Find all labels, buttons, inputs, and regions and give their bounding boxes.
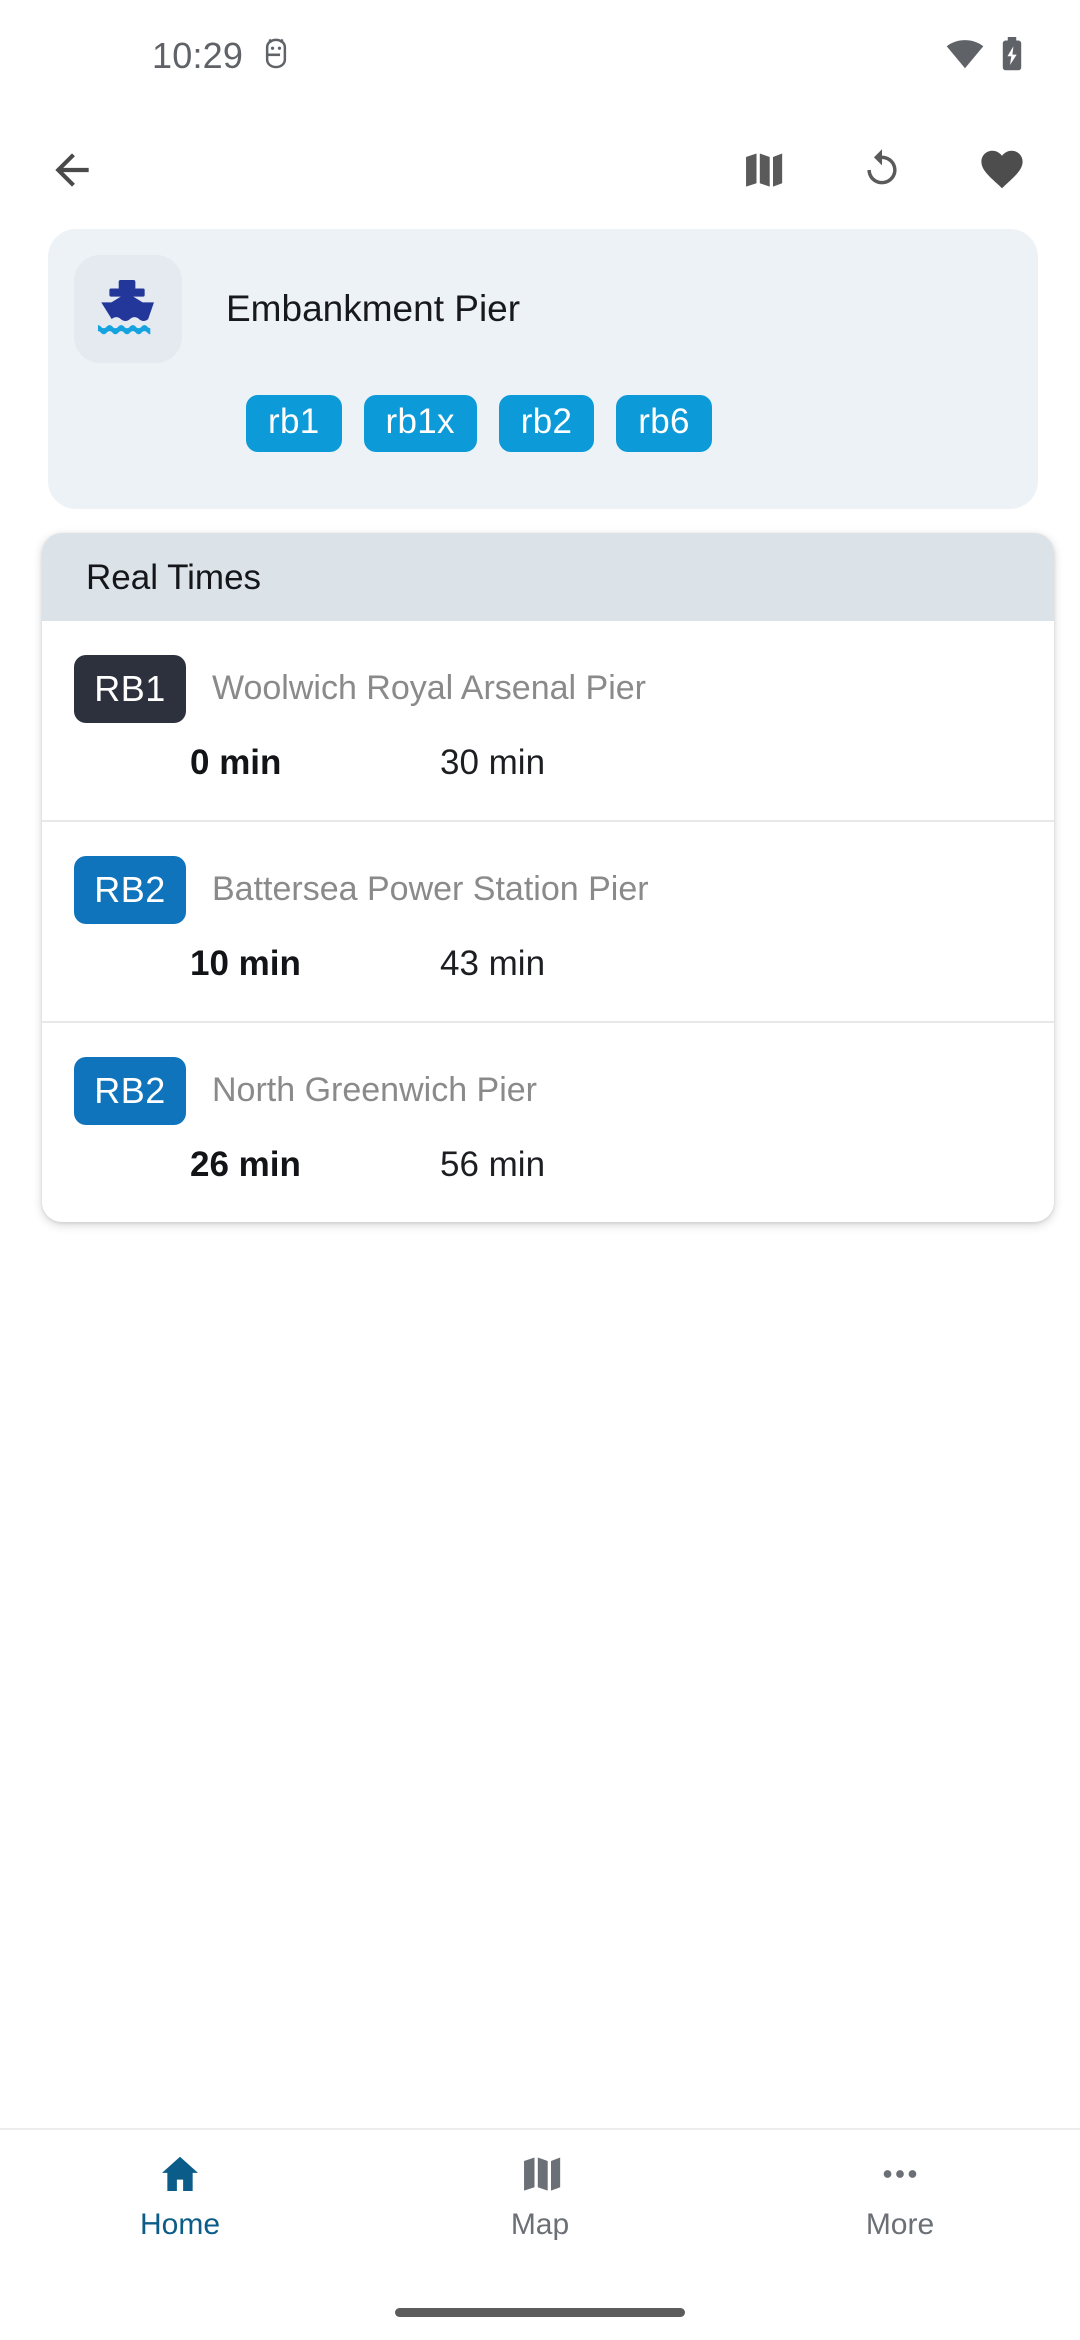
main-content: Embankment Pier rb1 rb1x rb2 rb6 Real Ti…	[0, 228, 1080, 2128]
stop-header-card: Embankment Pier rb1 rb1x rb2 rb6	[48, 229, 1038, 509]
time-primary: 0 min	[190, 743, 282, 782]
table-row[interactable]: RB1 Woolwich Royal Arsenal Pier 0 min 30…	[42, 621, 1054, 822]
back-arrow-icon	[55, 153, 89, 187]
top-app-bar	[0, 112, 1080, 228]
nav-label-home: Home	[139, 2208, 221, 2241]
refresh-icon	[867, 149, 897, 185]
real-times-list: RB1 Woolwich Royal Arsenal Pier 0 min 30…	[42, 621, 1054, 1222]
map-button[interactable]	[726, 134, 798, 206]
destination-label: North Greenwich Pier	[212, 1072, 538, 1110]
stop-header-row: Embankment Pier	[48, 229, 1038, 363]
wifi-icon	[946, 39, 984, 74]
gesture-bar[interactable]	[395, 2307, 685, 2317]
ferry-boat-icon	[97, 279, 154, 335]
status-bar-clock: 10:29	[152, 35, 244, 76]
battery-charging-icon	[1000, 36, 1024, 76]
status-bar-left: 10:29	[152, 38, 291, 75]
destination-label: Woolwich Royal Arsenal Pier	[212, 670, 646, 708]
route-chip-rb1x[interactable]: rb1x	[363, 395, 477, 452]
more-dots-icon	[883, 2170, 917, 2178]
departure-row-top: RB1 Woolwich Royal Arsenal Pier	[74, 655, 1054, 723]
time-primary: 26 min	[190, 1145, 301, 1184]
map-icon	[524, 2157, 561, 2191]
table-row[interactable]: RB2 Battersea Power Station Pier 10 min …	[42, 822, 1054, 1023]
nav-item-home[interactable]: Home	[0, 2152, 360, 2240]
map-icon	[746, 153, 783, 187]
status-bar-right	[946, 36, 1024, 76]
departure-times: 26 min 56 min	[74, 1147, 1054, 1182]
home-icon	[162, 2156, 198, 2192]
time-secondary: 30 min	[440, 743, 546, 782]
route-badge: RB2	[74, 856, 186, 924]
stop-logo	[74, 255, 182, 363]
departure-times: 10 min 43 min	[74, 946, 1054, 981]
gesture-bar-area	[0, 2284, 1080, 2340]
time-secondary: 56 min	[440, 1145, 546, 1184]
time-primary: 10 min	[190, 944, 301, 983]
time-secondary: 43 min	[440, 944, 546, 983]
stop-name: Embankment Pier	[226, 287, 521, 329]
route-badge: RB2	[74, 1057, 186, 1125]
departure-row-top: RB2 Battersea Power Station Pier	[74, 856, 1054, 924]
departure-row-top: RB2 North Greenwich Pier	[74, 1057, 1054, 1125]
route-chip-rb1[interactable]: rb1	[246, 395, 342, 452]
route-badge: RB1	[74, 655, 186, 723]
app-screen: 10:29 Embankment Pier rb1 rb1x rb2 rb6 R…	[0, 0, 1080, 2340]
route-chip-rb6[interactable]: rb6	[616, 395, 712, 452]
real-times-title: Real Times	[86, 557, 262, 597]
back-button[interactable]	[36, 134, 108, 206]
route-chip-rb2[interactable]: rb2	[498, 395, 595, 452]
table-row[interactable]: RB2 North Greenwich Pier 26 min 56 min	[42, 1023, 1054, 1222]
destination-label: Battersea Power Station Pier	[212, 871, 649, 909]
departure-times: 0 min 30 min	[74, 745, 1054, 780]
android-debug-icon	[261, 38, 291, 75]
nav-item-more[interactable]: More	[720, 2152, 1080, 2240]
nav-label-map: Map	[510, 2208, 570, 2241]
real-times-header: Real Times	[42, 533, 1054, 621]
nav-item-map[interactable]: Map	[360, 2152, 720, 2240]
refresh-button[interactable]	[846, 134, 918, 206]
status-bar: 10:29	[0, 0, 1080, 112]
route-chip-list: rb1 rb1x rb2 rb6	[48, 363, 1038, 452]
bottom-navigation: Home Map More	[0, 2128, 1080, 2284]
nav-label-more: More	[865, 2208, 935, 2241]
app-bar-actions	[726, 134, 1038, 206]
favorite-button[interactable]	[966, 134, 1038, 206]
favorite-heart-icon	[981, 150, 1023, 189]
real-times-card: Real Times RB1 Woolwich Royal Arsenal Pi…	[42, 533, 1054, 1222]
